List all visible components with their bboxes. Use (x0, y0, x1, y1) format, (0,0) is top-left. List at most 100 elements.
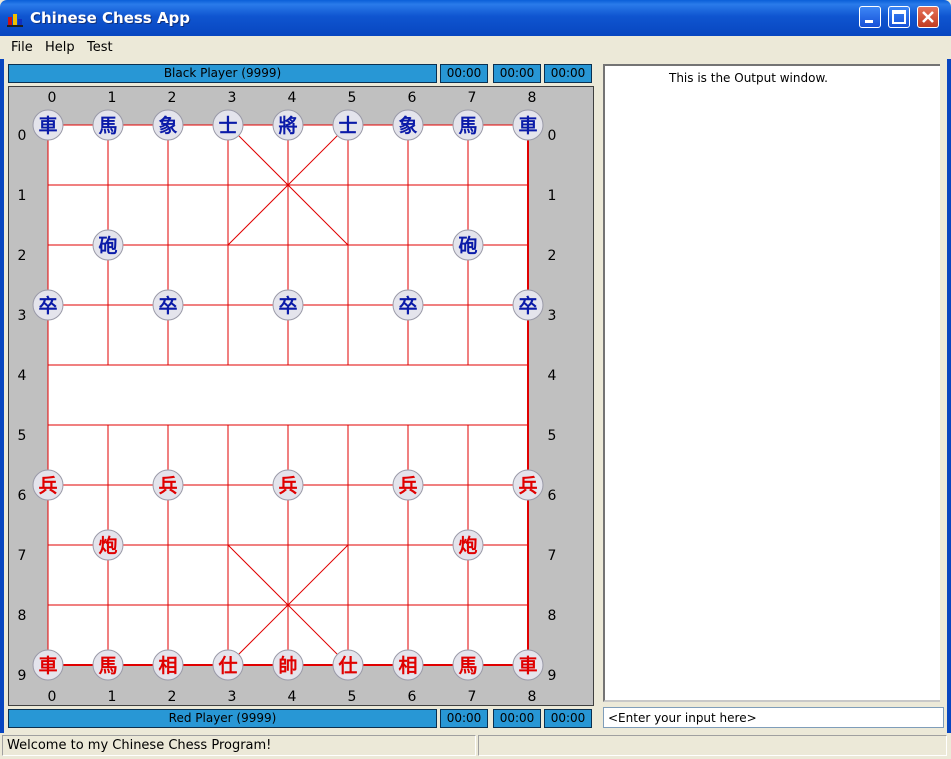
piece-black[interactable]: 砲 (98, 235, 117, 257)
minimize-button[interactable] (859, 6, 881, 28)
column-label-bottom: 0 (48, 689, 57, 705)
row-label-left: 1 (18, 188, 27, 204)
red-timer-1: 00:00 (440, 709, 488, 728)
output-text: This is the Output window. (669, 71, 828, 85)
column-label-top: 5 (348, 90, 357, 106)
piece-red[interactable]: 仕 (337, 654, 357, 677)
close-button[interactable] (917, 6, 939, 28)
piece-red[interactable]: 車 (38, 654, 57, 677)
menu-file[interactable]: File (11, 40, 33, 55)
column-label-top: 1 (108, 90, 117, 106)
row-label-left: 9 (18, 668, 27, 684)
column-label-bottom: 6 (408, 689, 417, 705)
piece-black[interactable]: 馬 (458, 115, 477, 137)
maximize-button[interactable] (888, 6, 910, 28)
piece-black[interactable]: 士 (338, 115, 357, 137)
row-label-left: 3 (18, 308, 27, 324)
row-label-right: 6 (548, 488, 557, 504)
black-player-label: Black Player (9999) (8, 64, 437, 83)
menu-test[interactable]: Test (87, 40, 113, 55)
minimize-icon (865, 20, 873, 23)
column-label-bottom: 4 (288, 689, 297, 705)
piece-black[interactable]: 馬 (98, 115, 117, 137)
window-title: Chinese Chess App (30, 9, 191, 27)
column-label-bottom: 1 (108, 689, 117, 705)
piece-black[interactable]: 卒 (398, 294, 417, 317)
column-label-top: 7 (468, 90, 477, 106)
close-icon (922, 11, 934, 23)
menu-bar: File Help Test (0, 36, 951, 59)
row-label-left: 6 (18, 488, 27, 504)
row-label-left: 2 (18, 248, 27, 264)
row-label-left: 5 (18, 428, 27, 444)
piece-red[interactable]: 車 (518, 654, 537, 677)
output-scrollbar[interactable] (940, 64, 944, 704)
piece-black[interactable]: 卒 (158, 294, 177, 317)
piece-black[interactable]: 將 (278, 114, 297, 137)
column-label-bottom: 8 (528, 689, 537, 705)
piece-red[interactable]: 相 (398, 655, 417, 677)
piece-black[interactable]: 卒 (518, 294, 537, 317)
row-label-left: 7 (18, 548, 27, 564)
piece-black[interactable]: 卒 (38, 294, 57, 317)
piece-red[interactable]: 兵 (158, 475, 177, 497)
black-timer-2: 00:00 (493, 64, 541, 83)
black-timer-1: 00:00 (440, 64, 488, 83)
column-label-bottom: 3 (228, 689, 237, 705)
status-bar: Welcome to my Chinese Chess Program! (0, 733, 951, 759)
column-label-bottom: 7 (468, 689, 477, 705)
row-label-right: 7 (548, 548, 557, 564)
title-bar[interactable]: Chinese Chess App (0, 0, 951, 36)
column-label-bottom: 5 (348, 689, 357, 705)
black-timer-3: 00:00 (544, 64, 592, 83)
chess-board[interactable]: 00112233445566778800112233445566778899車馬… (8, 86, 594, 706)
window-border-left (0, 36, 4, 759)
status-pane-2 (478, 735, 947, 756)
piece-black[interactable]: 車 (518, 114, 537, 137)
column-label-top: 3 (228, 90, 237, 106)
piece-black[interactable]: 象 (158, 114, 177, 137)
piece-black[interactable]: 卒 (278, 294, 297, 317)
column-label-top: 6 (408, 90, 417, 106)
piece-black[interactable]: 士 (218, 115, 237, 137)
maximize-icon (892, 10, 906, 24)
menu-help[interactable]: Help (45, 40, 75, 55)
piece-red[interactable]: 帥 (278, 654, 297, 677)
piece-red[interactable]: 炮 (458, 534, 477, 557)
row-label-left: 0 (18, 128, 27, 144)
command-input[interactable] (603, 707, 944, 728)
red-timer-2: 00:00 (493, 709, 541, 728)
piece-red[interactable]: 炮 (98, 534, 117, 557)
piece-red[interactable]: 馬 (98, 655, 117, 677)
piece-red[interactable]: 兵 (398, 475, 417, 497)
window-border-right (947, 36, 951, 759)
status-message: Welcome to my Chinese Chess Program! (2, 735, 476, 756)
row-label-left: 4 (18, 368, 27, 384)
piece-red[interactable]: 兵 (38, 475, 57, 497)
column-label-top: 8 (528, 90, 537, 106)
red-timer-3: 00:00 (544, 709, 592, 728)
row-label-right: 3 (548, 308, 557, 324)
app-icon (7, 14, 23, 27)
piece-black[interactable]: 砲 (458, 235, 477, 257)
red-player-label: Red Player (9999) (8, 709, 437, 728)
column-label-bottom: 2 (168, 689, 177, 705)
row-label-right: 2 (548, 248, 557, 264)
row-label-right: 1 (548, 188, 557, 204)
piece-red[interactable]: 馬 (458, 655, 477, 677)
board-canvas[interactable]: 0011223344556677880 01 12 23 34 45 56 67 78 89 9車馬… (9, 87, 595, 707)
column-label-top: 0 (48, 90, 57, 106)
piece-red[interactable]: 兵 (278, 475, 297, 497)
column-label-top: 4 (288, 90, 297, 106)
row-label-left: 8 (18, 608, 27, 624)
piece-black[interactable]: 象 (398, 114, 417, 137)
output-window[interactable]: This is the Output window. (603, 64, 944, 702)
piece-red[interactable]: 兵 (518, 475, 537, 497)
piece-black[interactable]: 車 (38, 114, 57, 137)
row-label-right: 9 (548, 668, 557, 684)
piece-red[interactable]: 相 (158, 655, 177, 677)
piece-red[interactable]: 仕 (217, 654, 237, 677)
row-label-right: 5 (548, 428, 557, 444)
row-label-right: 0 (548, 128, 557, 144)
column-label-top: 2 (168, 90, 177, 106)
